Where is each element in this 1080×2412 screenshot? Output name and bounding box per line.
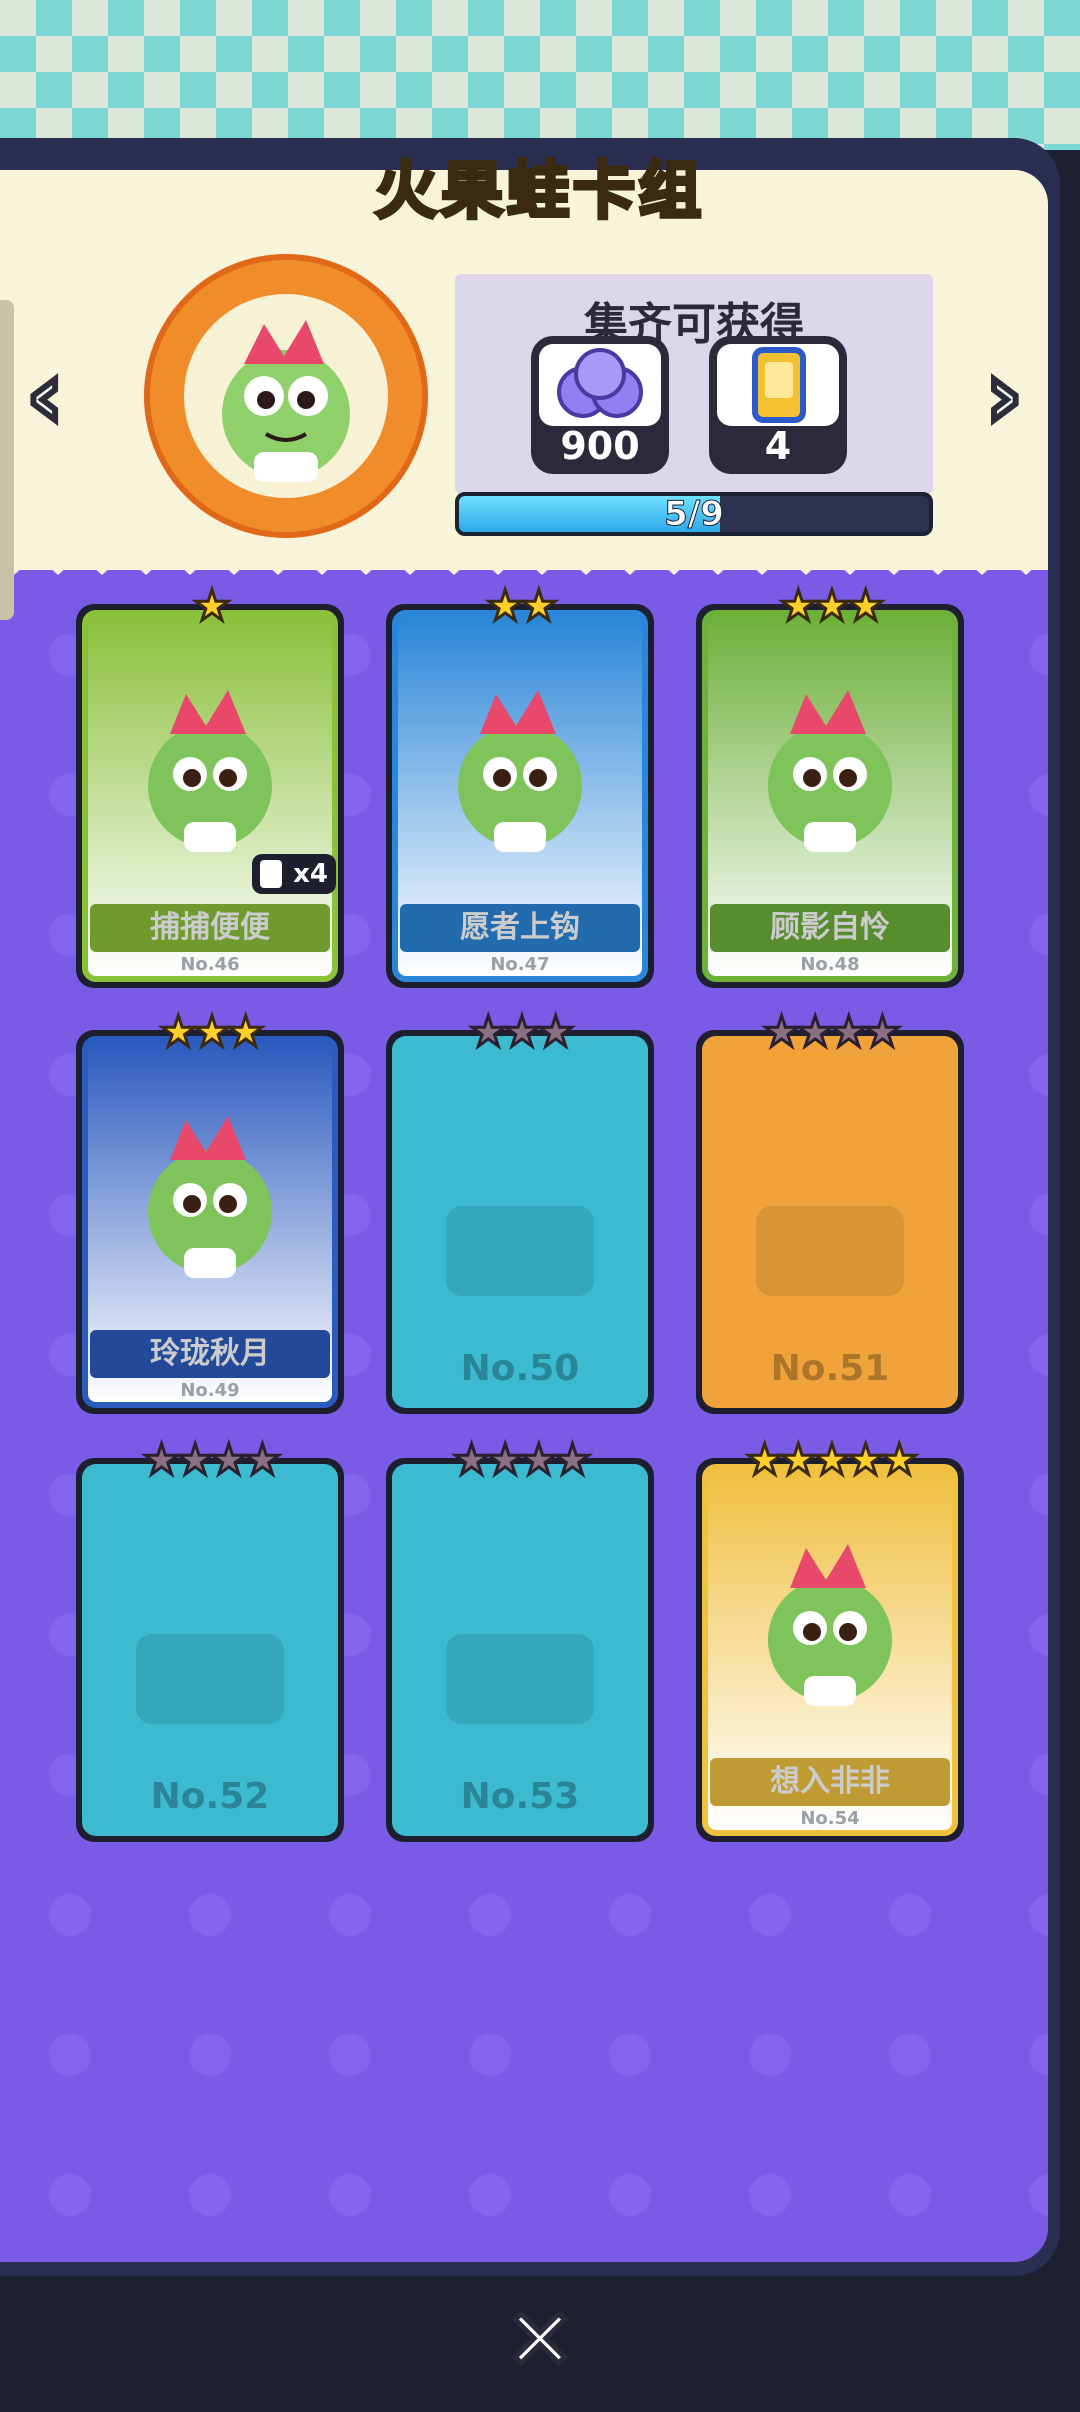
star-icon: ★ (242, 1434, 283, 1485)
star-icon: ★ (812, 580, 853, 631)
star-rating: ★ (76, 580, 344, 631)
reward-count: 4 (764, 424, 792, 468)
star-icon: ★ (778, 580, 819, 631)
collection-progress-bar: 5/9 (455, 492, 933, 536)
card-item[interactable]: ★★★ No.50 (386, 1006, 654, 1414)
locked-card-logo-icon (446, 1634, 594, 1724)
star-icon: ★ (141, 1434, 182, 1485)
star-icon: ★ (209, 1434, 250, 1485)
star-icon: ★ (812, 1434, 853, 1485)
duplicate-count-badge: x4 (252, 854, 336, 894)
locked-card-logo-icon (756, 1206, 904, 1296)
card-item[interactable]: ★★★★ No.51 (696, 1006, 964, 1414)
card-number: No.51 (770, 1348, 890, 1389)
star-icon: ★ (485, 580, 526, 631)
star-rating: ★★★★ (386, 1434, 654, 1485)
card-name-ribbon: 顾影自怜 (710, 904, 950, 952)
locked-card-logo-icon (446, 1206, 594, 1296)
star-icon: ★ (158, 1006, 199, 1057)
card-item[interactable]: ★★★ 顾影自怜 No.48 (696, 580, 964, 988)
progress-label: 5/9 (664, 494, 725, 534)
card-item[interactable]: ★★★★★ 想入非非 No.54 (696, 1434, 964, 1842)
chevron-right-icon[interactable]: › (965, 340, 1043, 451)
star-icon: ★ (862, 1006, 903, 1057)
star-icon: ★ (519, 1434, 560, 1485)
crystal-orbs-icon (539, 344, 661, 426)
star-icon: ★ (468, 1006, 509, 1057)
reward-count: 900 (560, 424, 640, 468)
star-rating: ★★ (386, 580, 654, 631)
locked-card-logo-icon (136, 1634, 284, 1724)
card-item[interactable]: ★★★★ No.52 (76, 1434, 344, 1842)
set-medal (144, 254, 428, 538)
star-icon: ★ (778, 1434, 819, 1485)
star-icon: ★ (502, 1006, 543, 1057)
star-icon: ★ (175, 1434, 216, 1485)
star-icon: ★ (879, 1434, 920, 1485)
star-icon: ★ (535, 1006, 576, 1057)
card-item[interactable]: ★ 捕捕便便 No.46 x4 (76, 580, 344, 988)
star-icon: ★ (845, 1434, 886, 1485)
star-rating: ★★★★ (696, 1006, 964, 1057)
checker-background (0, 0, 1080, 150)
card-name-ribbon: 想入非非 (710, 1758, 950, 1806)
star-icon: ★ (744, 1434, 785, 1485)
close-icon[interactable]: ✕ (500, 2289, 580, 2392)
star-rating: ★★★ (696, 580, 964, 631)
star-icon: ★ (519, 580, 560, 631)
star-rating: ★★★ (386, 1006, 654, 1057)
card-name-ribbon: 捕捕便便 (90, 904, 330, 952)
card-name-ribbon: 玲珑秋月 (90, 1330, 330, 1378)
card-number: No.53 (460, 1776, 580, 1817)
chevron-left-icon[interactable]: ‹ (6, 340, 84, 451)
star-icon: ★ (485, 1434, 526, 1485)
star-icon: ★ (795, 1006, 836, 1057)
reward-item-crystals[interactable]: 900 (531, 336, 669, 474)
card-item[interactable]: ★★ 愿者上钩 No.47 (386, 580, 654, 988)
card-number: No.52 (150, 1776, 270, 1817)
star-icon: ★ (829, 1006, 870, 1057)
card-mini-icon (260, 860, 282, 888)
card-item[interactable]: ★★★★ No.53 (386, 1434, 654, 1842)
zigzag-divider (0, 545, 1048, 575)
frog-medal-icon (184, 294, 388, 498)
frog-illustration-icon (768, 690, 892, 852)
star-icon: ★ (451, 1434, 492, 1485)
card-number: No.54 (800, 1808, 860, 1829)
frog-illustration-icon (148, 1116, 272, 1278)
reward-heading: 集齐可获得 (584, 299, 804, 350)
star-icon: ★ (192, 1006, 233, 1057)
star-icon: ★ (225, 1006, 266, 1057)
card-number: No.49 (180, 1380, 240, 1401)
star-rating: ★★★★ (76, 1434, 344, 1485)
card-number: No.48 (800, 954, 860, 975)
star-rating: ★★★★★ (696, 1434, 964, 1485)
card-item[interactable]: ★★★ 玲珑秋月 No.49 (76, 1006, 344, 1414)
reward-item-card-pack[interactable]: 4 (709, 336, 847, 474)
star-rating: ★★★ (76, 1006, 344, 1057)
card-number: No.50 (460, 1348, 580, 1389)
reward-panel: 集齐可获得 900 4 (455, 274, 933, 494)
star-icon: ★ (552, 1434, 593, 1485)
card-name-ribbon: 愿者上钩 (400, 904, 640, 952)
star-icon: ★ (192, 580, 233, 631)
star-icon: ★ (845, 580, 886, 631)
card-number: No.46 (180, 954, 240, 975)
card-pack-icon (717, 344, 839, 426)
frog-illustration-icon (458, 690, 582, 852)
card-number: No.47 (490, 954, 550, 975)
page-title: 火果蛙卡组 (373, 152, 705, 229)
star-icon: ★ (761, 1006, 802, 1057)
frog-illustration-icon (768, 1544, 892, 1706)
